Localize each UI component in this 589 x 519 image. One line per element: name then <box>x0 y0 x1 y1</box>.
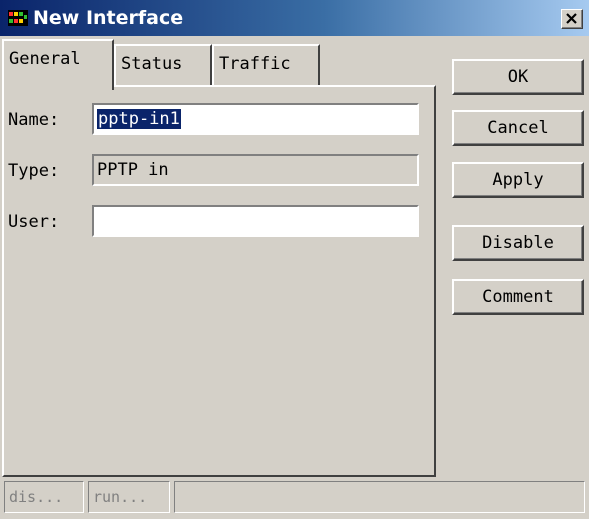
status-cell-running: run... <box>88 481 170 513</box>
tab-traffic[interactable]: Traffic <box>212 44 320 86</box>
comment-button[interactable]: Comment <box>452 279 584 315</box>
status-cell-disabled: dis... <box>4 481 84 513</box>
ok-button[interactable]: OK <box>452 59 584 95</box>
close-icon <box>566 13 577 24</box>
type-field: PPTP in <box>92 154 419 186</box>
tab-traffic-label: Traffic <box>219 54 291 74</box>
name-label: Name: <box>8 110 60 130</box>
general-tab-panel <box>2 85 436 477</box>
cancel-button[interactable]: Cancel <box>452 110 584 146</box>
user-input[interactable] <box>92 205 419 237</box>
status-cell-info <box>174 481 585 513</box>
title-bar[interactable]: New Interface <box>0 0 589 36</box>
tab-general-label: General <box>9 49 81 69</box>
close-button[interactable] <box>561 9 583 29</box>
disable-button[interactable]: Disable <box>452 225 584 261</box>
apply-button[interactable]: Apply <box>452 162 584 198</box>
app-icon <box>8 10 28 26</box>
tab-status-label: Status <box>121 54 183 74</box>
type-value: PPTP in <box>97 160 169 180</box>
window-title: New Interface <box>33 7 184 29</box>
user-label: User: <box>8 212 60 232</box>
tab-status[interactable]: Status <box>114 44 212 86</box>
type-label: Type: <box>8 161 60 181</box>
tab-general[interactable]: General <box>2 39 114 90</box>
name-input[interactable]: pptp-in1 <box>92 103 419 135</box>
name-input-value: pptp-in1 <box>97 109 181 129</box>
